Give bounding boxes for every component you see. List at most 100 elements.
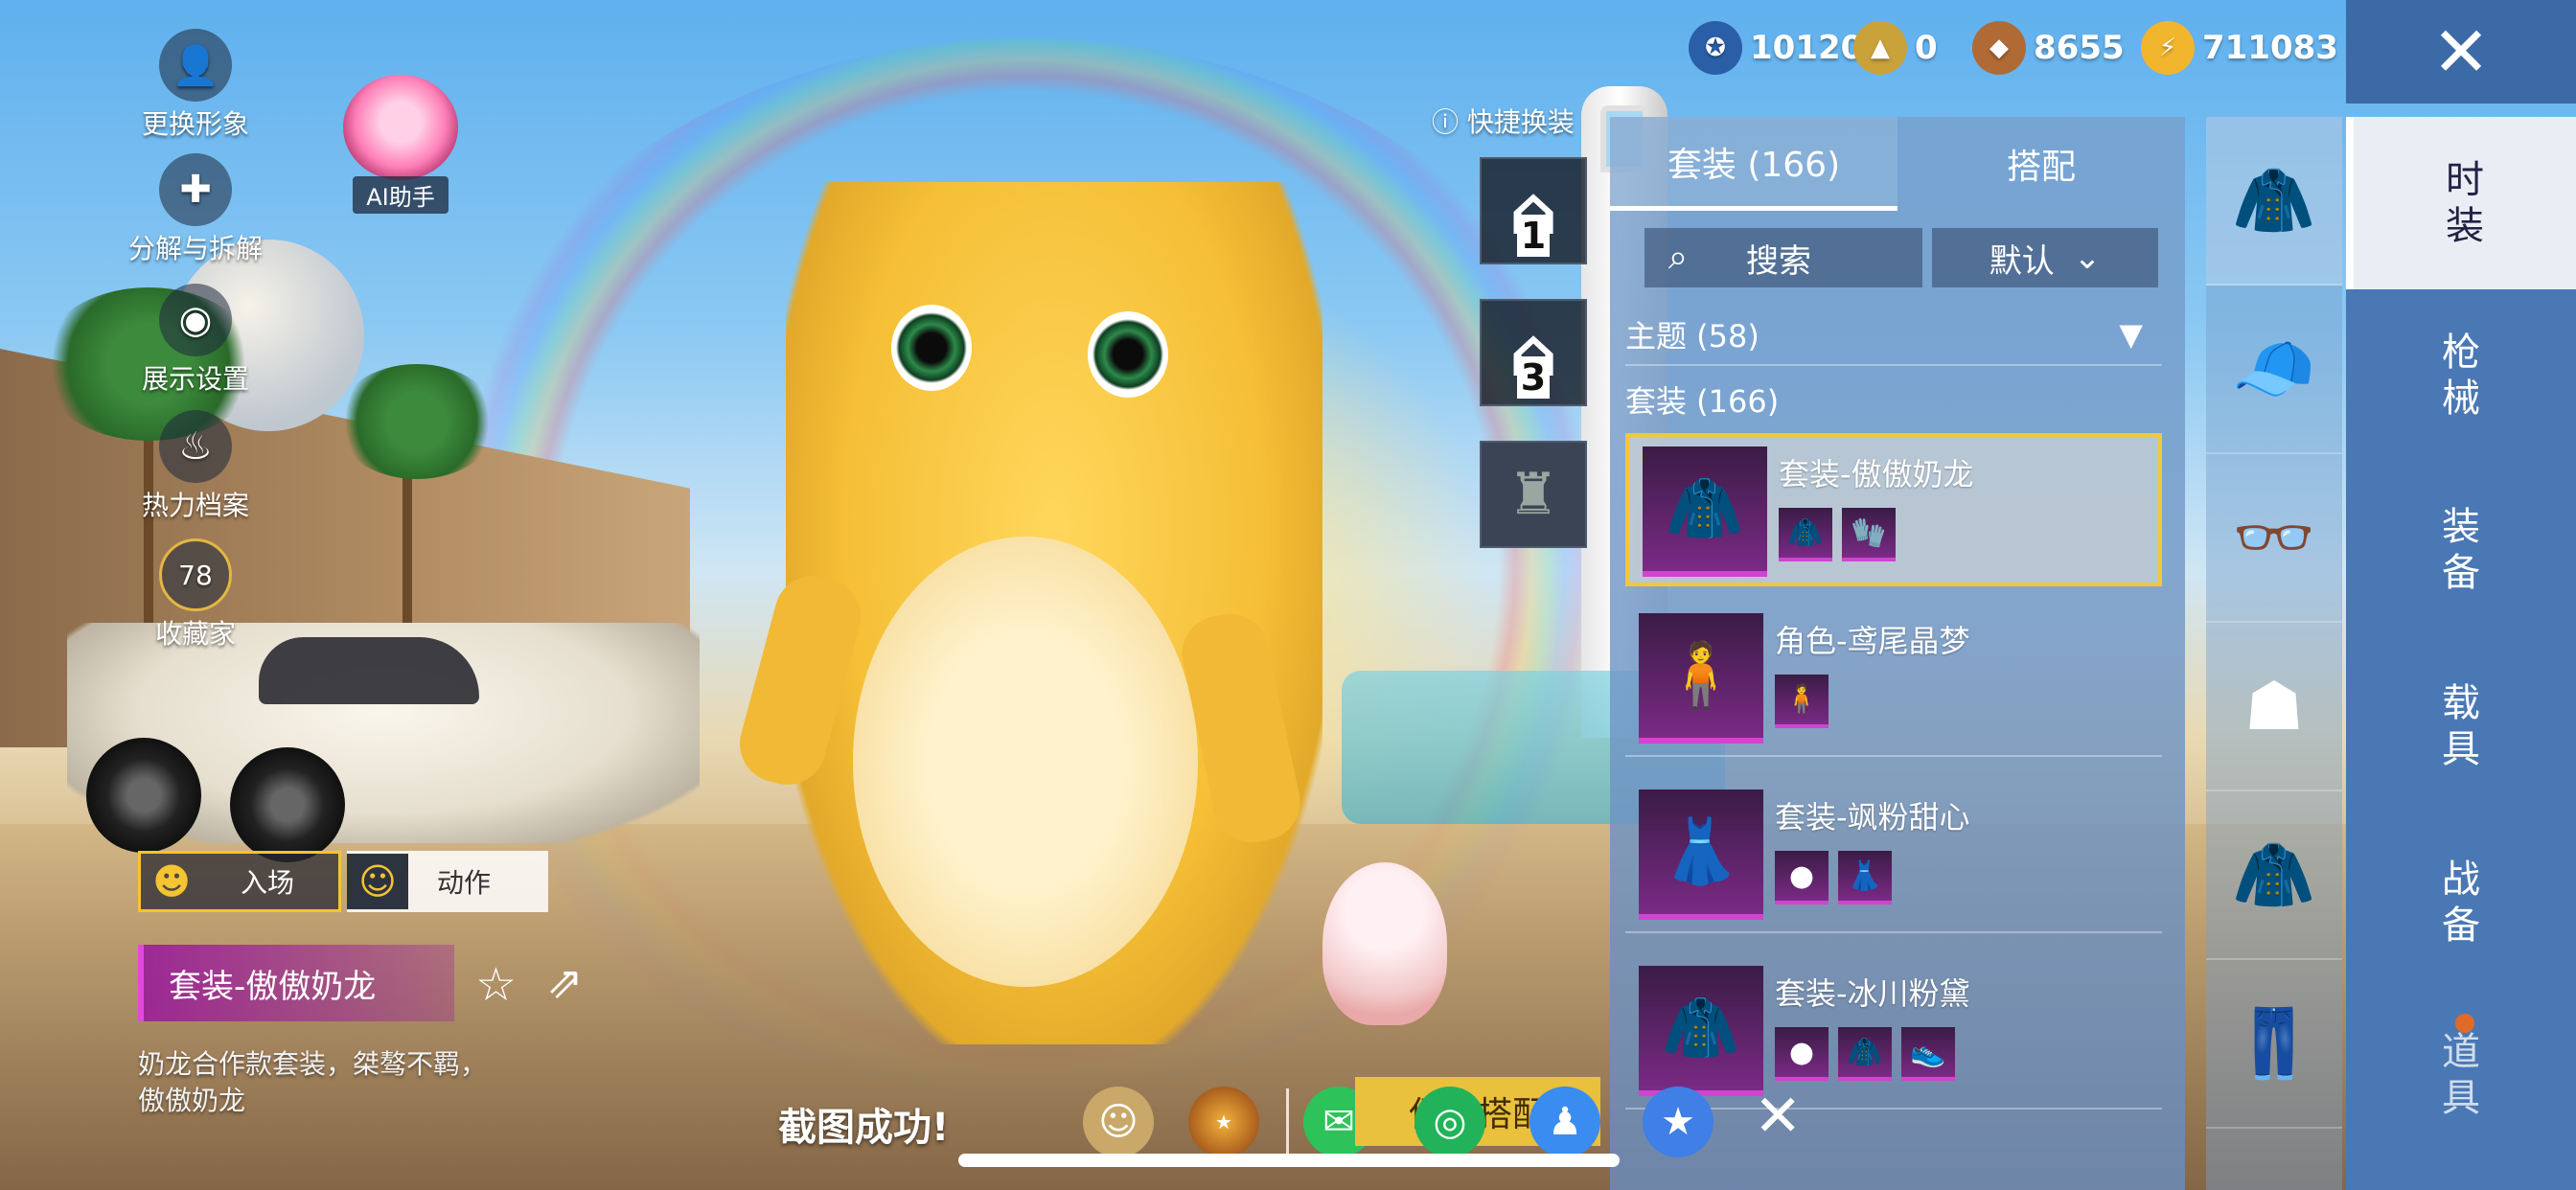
display-settings-button[interactable]: ◉ 展示设置 xyxy=(119,284,272,397)
category-char: 备 xyxy=(2442,551,2480,595)
emote-action-button[interactable]: ☺ 动作 xyxy=(347,851,548,912)
set-name: 套装-傲傲奶龙 xyxy=(169,967,377,1006)
quick-slot-soldier[interactable]: ♜ xyxy=(1480,441,1587,548)
list-item[interactable]: 🧍 角色-鸢尾晶梦 🧍 xyxy=(1625,604,2162,757)
outfit-panel: 套装 (166) 搭配 ⌕ 搜索 默认 ⌄ 主题 (58) ▼ 套装 (166)… xyxy=(1610,117,2185,1190)
palm-leaves xyxy=(335,364,498,479)
character-eye xyxy=(891,305,972,391)
game-logo-icon[interactable]: ★ xyxy=(1188,1087,1259,1157)
outfit-thumbnail: 🧥 xyxy=(1639,966,1763,1096)
quick-change-label[interactable]: ⓘ 快捷换装 xyxy=(1432,102,1575,140)
ai-assistant-label: AI助手 xyxy=(353,176,448,214)
slot-number: 3 xyxy=(1517,356,1550,399)
category-char: 道 xyxy=(2442,1030,2480,1074)
quick-slot-3[interactable]: ⌂ 3 xyxy=(1480,299,1587,406)
heat-profile-button[interactable]: ♨ 热力档案 xyxy=(119,410,272,523)
badge-icon: 78 xyxy=(159,538,232,611)
gloves-part-icon: 🧤 xyxy=(1842,508,1896,561)
currency-value: 711083 xyxy=(2202,29,2338,67)
set-description: 奶龙合作款套装，桀骜不羁， 傲傲奶龙 xyxy=(138,1046,540,1119)
item-name: 角色-鸢尾晶梦 xyxy=(1775,623,1970,659)
list-item[interactable]: 👗 套装-飒粉甜心 ● 👗 xyxy=(1625,780,2162,933)
category-char: 械 xyxy=(2442,377,2480,421)
outfit-thumbnail: 🧥 xyxy=(1643,446,1767,577)
decompose-button[interactable]: ✚ 分解与拆解 xyxy=(119,153,272,266)
bronze-coin-icon: ◆ xyxy=(1972,21,2026,75)
eye-icon: ◉ xyxy=(159,284,232,356)
list-item[interactable]: ✔ 🧥 套装-傲傲奶龙 🧥 🧤 xyxy=(1625,433,2162,586)
soldier-figure-icon: ♜ xyxy=(1507,461,1559,528)
list-item[interactable]: 🧥 套装-冰川粉黛 ● 🧥 👟 xyxy=(1625,956,2162,1110)
tool-label: 收藏家 xyxy=(154,618,236,650)
category-vehicles[interactable]: 载具 xyxy=(2346,640,2576,812)
category-equipment[interactable]: 装备 xyxy=(2346,464,2576,636)
description-line: 奶龙合作款套装，桀骜不羁， xyxy=(138,1048,488,1080)
gold-token-icon: ▲ xyxy=(1853,21,1907,75)
person-icon: 👤 xyxy=(159,29,232,102)
mask-icon[interactable]: ☗ xyxy=(2206,623,2342,791)
change-avatar-button[interactable]: 👤 更换形象 xyxy=(119,29,272,142)
character-part-icon: 🧍 xyxy=(1775,675,1828,728)
character-thumbnail: 🧍 xyxy=(1639,613,1763,744)
qzone-icon[interactable]: ★ xyxy=(1643,1087,1714,1157)
category-char: 具 xyxy=(2442,727,2480,771)
car-wheel xyxy=(230,747,345,862)
tab-suits[interactable]: 套装 (166) xyxy=(1610,117,1898,211)
qq-icon[interactable]: ♟ xyxy=(1530,1087,1600,1157)
currency-bronze[interactable]: ◆ 8655 xyxy=(1972,21,2125,75)
collection-button[interactable]: 78 收藏家 xyxy=(119,538,272,652)
shoes-part-icon: 👟 xyxy=(1901,1027,1955,1081)
notification-dot xyxy=(2455,1014,2474,1033)
currency-gold-token[interactable]: ▲ 0 xyxy=(1853,21,1938,75)
theme-filter[interactable]: 主题 (58) ▼ xyxy=(1625,305,2162,366)
quick-change-text: 快捷换装 xyxy=(1466,106,1575,138)
currency-medal[interactable]: ✪ 10120 xyxy=(1689,21,1863,75)
currency-lightning[interactable]: ⚡ 711083 xyxy=(2141,21,2338,75)
currency-value: 8655 xyxy=(2034,29,2125,67)
description-line: 傲傲奶龙 xyxy=(138,1085,246,1116)
home-indicator[interactable] xyxy=(958,1154,1620,1167)
car-wheel xyxy=(86,738,201,853)
share-export-icon[interactable]: ⇗ xyxy=(546,956,584,1008)
tool-label: 分解与拆解 xyxy=(127,233,263,264)
close-share-icon[interactable]: ✕ xyxy=(1754,1083,1802,1150)
favorite-star-icon[interactable]: ☆ xyxy=(475,958,517,1012)
puzzle-icon: ✚ xyxy=(159,153,232,226)
outfit-thumbnail: 👗 xyxy=(1639,790,1763,920)
currency-value: 0 xyxy=(1915,29,1938,67)
medal-coin-icon: ✪ xyxy=(1689,21,1742,75)
category-battle-gear[interactable]: 战备 xyxy=(2346,816,2576,989)
category-char: 时 xyxy=(2446,158,2484,202)
ai-assistant-button[interactable]: AI助手 xyxy=(334,75,468,214)
quick-slot-1[interactable]: ⌂ 1 xyxy=(1480,157,1587,264)
profile-share-icon[interactable]: ☺ xyxy=(1083,1087,1154,1157)
category-guns[interactable]: 枪械 xyxy=(2346,289,2576,462)
glasses-icon[interactable]: 👓 xyxy=(2206,454,2342,623)
tab-matching[interactable]: 搭配 xyxy=(1898,117,2185,211)
slot-number: 1 xyxy=(1517,215,1550,257)
car-window xyxy=(259,637,479,704)
currency-value: 10120 xyxy=(1750,29,1864,67)
pink-doll-pet xyxy=(1322,862,1447,1025)
outfit-icon[interactable]: 🧥 xyxy=(2206,791,2342,960)
hair-part-icon: ● xyxy=(1775,851,1828,904)
search-input[interactable]: ⌕ 搜索 xyxy=(1644,228,1922,287)
moments-icon[interactable]: ◎ xyxy=(1414,1087,1485,1157)
category-char: 具 xyxy=(2442,1076,2480,1120)
category-fashion[interactable]: 时装 xyxy=(2346,117,2576,289)
action-label: 动作 xyxy=(437,867,492,899)
entry-animation-button[interactable]: ☻ 入场 xyxy=(138,851,341,912)
close-button[interactable]: ✕ xyxy=(2346,0,2576,103)
cap-icon[interactable]: 🧢 xyxy=(2206,286,2342,454)
item-name: 套装-冰川粉黛 xyxy=(1775,975,1970,1012)
category-char: 载 xyxy=(2442,681,2480,725)
pants-icon[interactable]: 👖 xyxy=(2206,960,2342,1129)
tool-label: 展示设置 xyxy=(141,363,249,395)
share-divider xyxy=(1286,1088,1289,1156)
outfit-category-icon[interactable]: 🧥 xyxy=(2206,117,2342,286)
ai-assistant-avatar xyxy=(343,75,458,180)
sort-dropdown[interactable]: 默认 ⌄ xyxy=(1932,228,2158,287)
lightning-coin-icon: ⚡ xyxy=(2141,21,2195,75)
collection-level: 78 xyxy=(178,559,213,591)
hair-part-icon: ● xyxy=(1775,1027,1828,1081)
